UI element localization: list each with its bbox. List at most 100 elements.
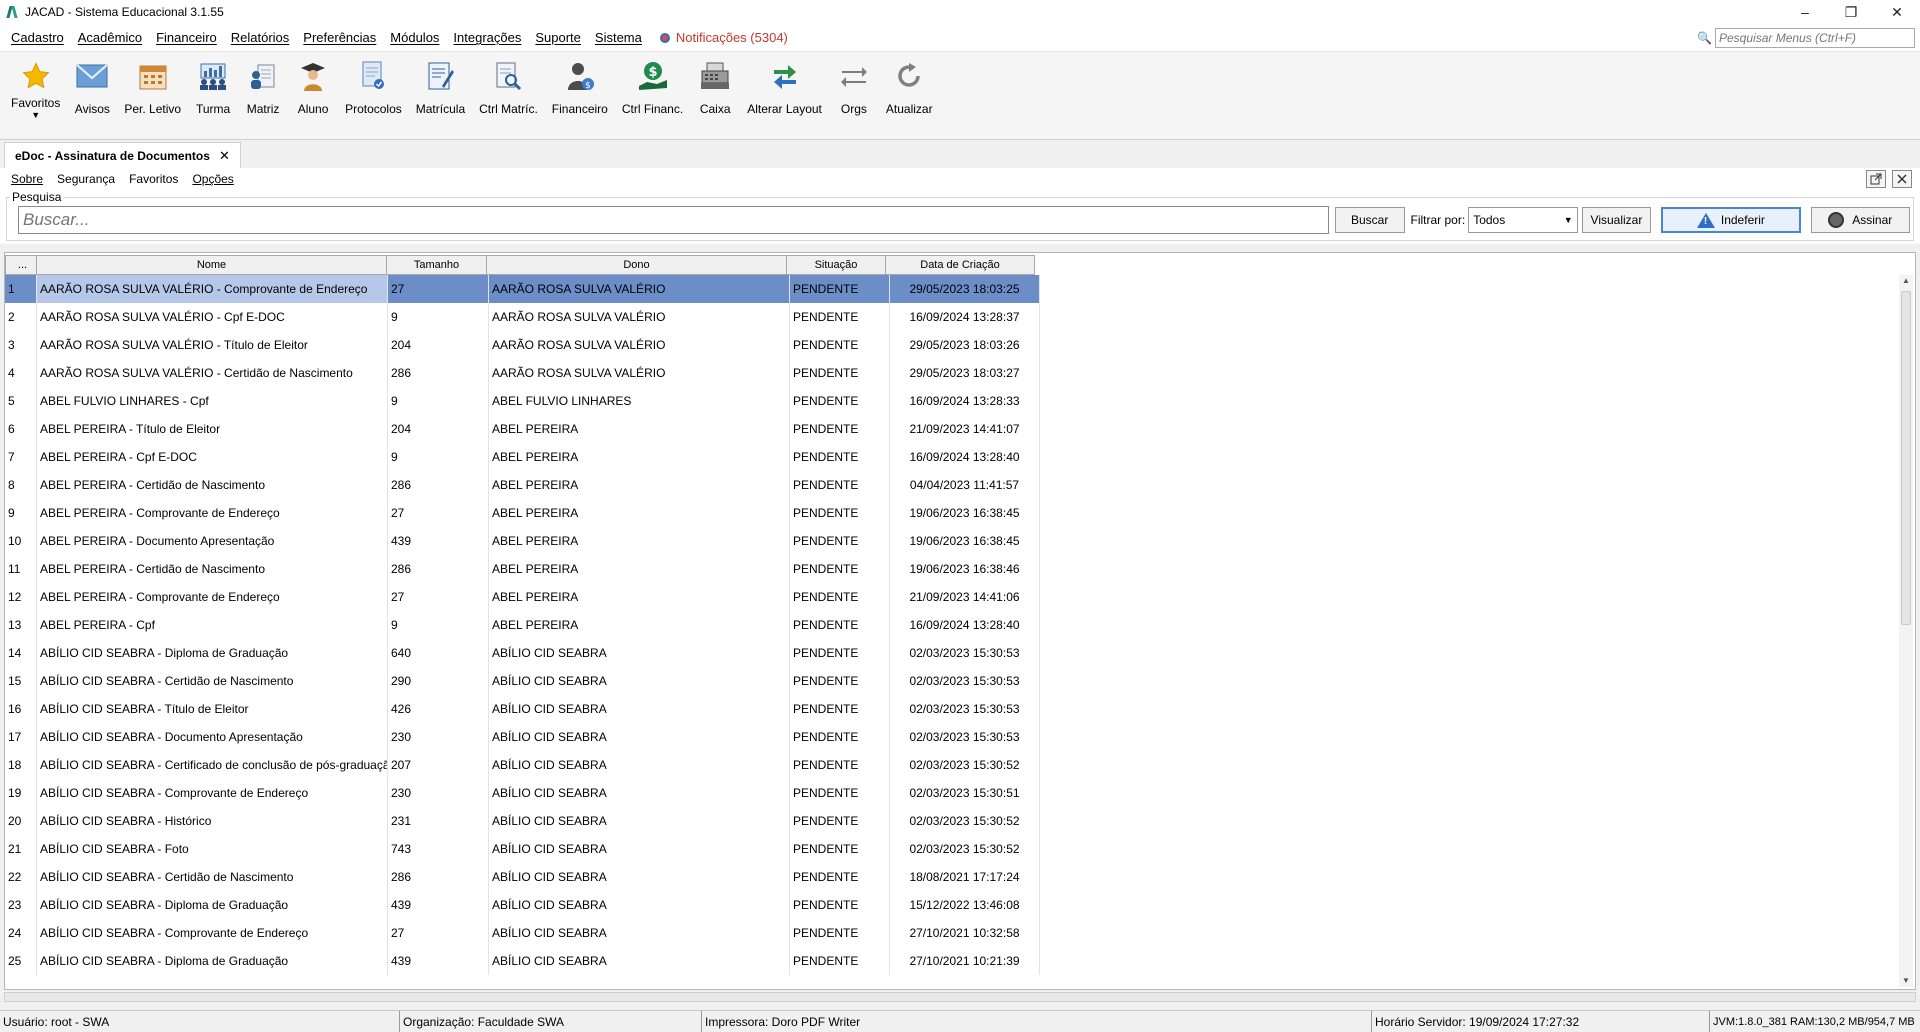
- buscar-button[interactable]: Buscar: [1334, 207, 1405, 233]
- menu-search-input[interactable]: [1715, 28, 1915, 48]
- close-window-button[interactable]: ✕: [1874, 0, 1920, 24]
- table-row[interactable]: 20 ABÍLIO CID SEABRA - Histórico 231 ABÍLIO…: [5, 807, 1040, 835]
- table-row[interactable]: 18 ABÍLIO CID SEABRA - Certificado de con…: [5, 751, 1040, 779]
- minimize-button[interactable]: –: [1782, 0, 1828, 24]
- table-row[interactable]: 17 ABÍLIO CID SEABRA - Documento Apresent…: [5, 723, 1040, 751]
- column-header-dono[interactable]: Dono: [486, 255, 787, 275]
- cell-dono: AARÃO ROSA SULVA VALÉRIO: [489, 359, 790, 387]
- search-input[interactable]: [18, 206, 1329, 234]
- toolbar-matriz-button[interactable]: Matriz: [240, 58, 286, 116]
- toolbar-financeiro-button[interactable]: $ Financeiro: [547, 58, 613, 116]
- cell-index: 16: [5, 695, 37, 723]
- cell-index: 11: [5, 555, 37, 583]
- graduate-icon: [295, 58, 331, 94]
- table-row[interactable]: 13 ABEL PEREIRA - Cpf 9 ABEL PEREIRA PENDENT…: [5, 611, 1040, 639]
- filter-select[interactable]: Todos ▼: [1468, 207, 1578, 233]
- column-header-data-criacao[interactable]: Data de Criação: [885, 255, 1035, 275]
- table-row[interactable]: 25 ABÍLIO CID SEABRA - Diploma de Graduaç…: [5, 947, 1040, 975]
- submenu-seguranca[interactable]: Segurança: [50, 172, 122, 186]
- table-row[interactable]: 12 ABEL PEREIRA - Comprovante de Endereço…: [5, 583, 1040, 611]
- toolbar-matricula-button[interactable]: Matrícula: [411, 58, 470, 116]
- cell-data-criacao: 19/06/2023 16:38:45: [890, 527, 1040, 555]
- toolbar-caixa-button[interactable]: Caixa: [692, 58, 738, 116]
- svg-text:$: $: [648, 65, 657, 80]
- table-row[interactable]: 2 AARÃO ROSA SULVA VALÉRIO - Cpf E-DOC 9 AA…: [5, 303, 1040, 331]
- table-row[interactable]: 4 AARÃO ROSA SULVA VALÉRIO - Certidão de …: [5, 359, 1040, 387]
- menu-notifications[interactable]: Notificações (5304): [653, 30, 795, 45]
- detach-window-button[interactable]: [1866, 170, 1886, 188]
- cell-dono: ABÍLIO CID SEABRA: [489, 751, 790, 779]
- toolbar-protocolos-button[interactable]: Protocolos: [340, 58, 407, 116]
- table-row[interactable]: 23 ABÍLIO CID SEABRA - Diploma de Graduaç…: [5, 891, 1040, 919]
- table-row[interactable]: 3 AARÃO ROSA SULVA VALÉRIO - Título de El…: [5, 331, 1040, 359]
- menu-modulos[interactable]: Módulos: [383, 30, 446, 45]
- table-row[interactable]: 8 ABEL PEREIRA - Certidão de Nascimento 28…: [5, 471, 1040, 499]
- submenu-sobre[interactable]: Sobre: [4, 172, 50, 186]
- column-header-tamanho[interactable]: Tamanho: [386, 255, 487, 275]
- menu-integracoes[interactable]: Integrações: [446, 30, 528, 45]
- table-row[interactable]: 7 ABEL PEREIRA - Cpf E-DOC 9 ABEL PEREIRA PE…: [5, 443, 1040, 471]
- menu-cadastro[interactable]: Cadastro: [4, 30, 71, 45]
- scrollbar-thumb[interactable]: [1901, 291, 1911, 625]
- maximize-button[interactable]: ❐: [1828, 0, 1874, 24]
- table-row[interactable]: 11 ABEL PEREIRA - Certidão de Nascimento 2…: [5, 555, 1040, 583]
- horizontal-scrollbar[interactable]: [4, 992, 1916, 1002]
- submenu-opcoes[interactable]: Opções: [185, 172, 240, 186]
- menu-academico[interactable]: Acadêmico: [71, 30, 149, 45]
- submenu-favoritos[interactable]: Favoritos: [122, 172, 185, 186]
- scroll-up-icon[interactable]: ▲: [1899, 275, 1913, 287]
- assinar-button[interactable]: Assinar: [1810, 207, 1910, 233]
- group-chart-icon: [195, 58, 231, 94]
- menu-preferencias[interactable]: Preferências: [296, 30, 383, 45]
- table-row[interactable]: 24 ABÍLIO CID SEABRA - Comprovante de End…: [5, 919, 1040, 947]
- column-header-index[interactable]: ...: [5, 255, 37, 275]
- cell-data-criacao: 19/06/2023 16:38:46: [890, 555, 1040, 583]
- cell-nome: ABEL PEREIRA - Certidão de Nascimento: [37, 555, 388, 583]
- indeferir-button[interactable]: Indeferir: [1661, 207, 1801, 233]
- column-header-situacao[interactable]: Situação: [786, 255, 886, 275]
- toolbar-ctrl-matric-button[interactable]: Ctrl Matríc.: [474, 58, 543, 116]
- cell-data-criacao: 02/03/2023 15:30:53: [890, 695, 1040, 723]
- cell-situacao: PENDENTE: [790, 891, 890, 919]
- cell-tamanho: 9: [388, 443, 489, 471]
- table-row[interactable]: 15 ABÍLIO CID SEABRA - Certidão de Nascim…: [5, 667, 1040, 695]
- cell-nome: ABEL PEREIRA - Documento Apresentação: [37, 527, 388, 555]
- vertical-scrollbar[interactable]: ▲ ▼: [1899, 275, 1913, 987]
- table-row[interactable]: 1 AARÃO ROSA SULVA VALÉRIO - Comprovante …: [5, 275, 1040, 303]
- menu-sistema[interactable]: Sistema: [588, 30, 649, 45]
- toolbar-per-letivo-button[interactable]: Per. Letivo: [119, 58, 186, 116]
- cell-data-criacao: 04/04/2023 11:41:57: [890, 471, 1040, 499]
- table-header: ... Nome Tamanho Dono Situação Data de C…: [5, 255, 1040, 275]
- favorites-button[interactable]: Favoritos ▼: [6, 58, 65, 120]
- toolbar-orgs-button[interactable]: Orgs: [831, 58, 877, 116]
- scroll-down-icon[interactable]: ▼: [1899, 975, 1913, 987]
- table-row[interactable]: 22 ABÍLIO CID SEABRA - Certidão de Nascim…: [5, 863, 1040, 891]
- cell-tamanho: 27: [388, 275, 489, 303]
- toolbar-avisos-button[interactable]: Avisos: [69, 58, 115, 116]
- menu-financeiro[interactable]: Financeiro: [149, 30, 224, 45]
- table-row[interactable]: 9 ABEL PEREIRA - Comprovante de Endereço 2…: [5, 499, 1040, 527]
- toolbar-alterar-layout-button[interactable]: Alterar Layout: [742, 58, 827, 116]
- tab-edoc[interactable]: eDoc - Assinatura de Documentos ✕: [4, 142, 241, 168]
- toolbar-label: Orgs: [840, 102, 867, 116]
- table-row[interactable]: 16 ABÍLIO CID SEABRA - Título de Eleitor 4…: [5, 695, 1040, 723]
- table-row[interactable]: 19 ABÍLIO CID SEABRA - Comprovante de End…: [5, 779, 1040, 807]
- table-row[interactable]: 14 ABÍLIO CID SEABRA - Diploma de Graduaç…: [5, 639, 1040, 667]
- table-row[interactable]: 10 ABEL PEREIRA - Documento Apresentação 4…: [5, 527, 1040, 555]
- close-module-button[interactable]: [1892, 170, 1912, 188]
- toolbar-turma-button[interactable]: Turma: [190, 58, 236, 116]
- close-tab-icon[interactable]: ✕: [219, 148, 230, 164]
- table-row[interactable]: 21 ABÍLIO CID SEABRA - Foto 743 ABÍLIO CID …: [5, 835, 1040, 863]
- toolbar-aluno-button[interactable]: Aluno: [290, 58, 336, 116]
- column-header-nome[interactable]: Nome: [36, 255, 387, 275]
- table-row[interactable]: 5 ABEL FULVIO LINHARES - Cpf 9 ABEL FULVIO …: [5, 387, 1040, 415]
- cell-situacao: PENDENTE: [790, 919, 890, 947]
- toolbar-ctrl-financ-button[interactable]: $ Ctrl Financ.: [617, 58, 688, 116]
- menu-relatorios[interactable]: Relatórios: [224, 30, 297, 45]
- menu-suporte[interactable]: Suporte: [528, 30, 588, 45]
- table-row[interactable]: 6 ABEL PEREIRA - Título de Eleitor 204 ABEL…: [5, 415, 1040, 443]
- visualizar-button[interactable]: Visualizar: [1581, 207, 1652, 233]
- cell-index: 8: [5, 471, 37, 499]
- toolbar-atualizar-button[interactable]: Atualizar: [881, 58, 938, 116]
- cell-index: 17: [5, 723, 37, 751]
